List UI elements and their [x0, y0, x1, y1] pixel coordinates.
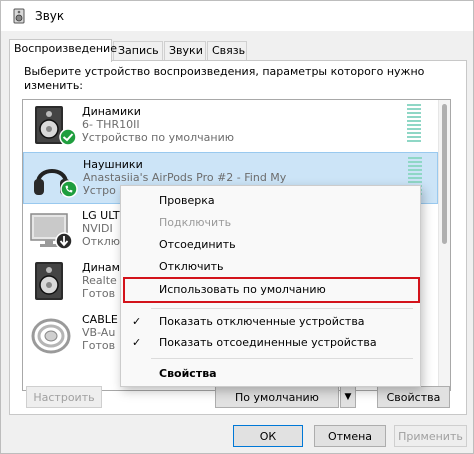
checkmark-icon: ✓ [132, 315, 142, 328]
apply-button[interactable]: Применить [394, 425, 467, 447]
device-list-scrollbar[interactable] [438, 100, 450, 390]
device-name: Наушники [83, 158, 143, 171]
speaker-icon [35, 262, 63, 300]
menu-item-show-disconnected[interactable]: ✓ Показать отсоединенные устройства [121, 332, 420, 353]
scrollbar-thumb[interactable] [442, 104, 447, 244]
device-row-speakers[interactable]: Динамики 6- THR10II Устройство по умолча… [23, 100, 438, 152]
ok-button[interactable]: ОК [233, 425, 303, 447]
device-status: Устро [83, 184, 116, 197]
menu-separator [151, 308, 413, 309]
tab-recording[interactable]: Запись [113, 41, 163, 61]
window-title: Звук [35, 9, 65, 23]
green-phone-icon [60, 180, 78, 198]
menu-item-disable[interactable]: Отключить [121, 256, 420, 277]
cancel-button[interactable]: Отмена [314, 425, 386, 447]
speaker-icon [13, 8, 25, 24]
menu-item-test[interactable]: Проверка [121, 190, 420, 211]
device-description: Anastasiia's AirPods Pro #2 - Find My [83, 171, 287, 184]
device-status: Устройство по умолчанию [82, 131, 235, 144]
device-description: 6- THR10II [82, 118, 140, 131]
device-name: LG ULT [82, 209, 120, 222]
device-context-menu: Проверка Подключить Отсоединить Отключит… [120, 185, 421, 387]
menu-item-connect: Подключить [159, 216, 232, 229]
configure-button[interactable]: Настроить [26, 386, 102, 408]
device-description: VB-Au [82, 326, 116, 339]
menu-item-set-default[interactable]: Использовать по умолчанию [123, 277, 420, 303]
device-status: Готов [82, 287, 116, 300]
device-name: Динам [82, 261, 120, 274]
title-bar: Звук [1, 1, 473, 31]
checkmark-icon: ✓ [132, 336, 142, 349]
menu-item-properties[interactable]: Свойства [121, 363, 420, 384]
device-description: NVIDI [82, 222, 113, 235]
menu-item-disconnect[interactable]: Отсоединить [121, 234, 420, 255]
down-arrow-icon [55, 232, 73, 250]
menu-item-show-disabled[interactable]: ✓ Показать отключенные устройства [121, 311, 420, 332]
level-meter [407, 104, 421, 148]
properties-button[interactable]: Свойства [377, 386, 450, 408]
device-status: Готов [82, 339, 116, 352]
menu-separator [151, 358, 413, 359]
device-name: CABLE [82, 313, 118, 326]
tab-playback[interactable]: Воспроизведение [9, 39, 117, 62]
tab-communications[interactable]: Связь [207, 41, 247, 61]
set-default-dropdown-arrow[interactable]: ▼ [340, 386, 356, 408]
tab-sounds[interactable]: Звуки [164, 41, 206, 61]
device-name: Динамики [82, 105, 141, 118]
device-status: Отклю [82, 235, 121, 248]
green-check-icon [59, 128, 77, 146]
instruction-text: Выберите устройство воспроизведения, пар… [24, 65, 425, 92]
set-default-button[interactable]: По умолчанию [215, 386, 339, 408]
device-description: Realte [82, 274, 117, 287]
cable-icon [31, 318, 71, 354]
